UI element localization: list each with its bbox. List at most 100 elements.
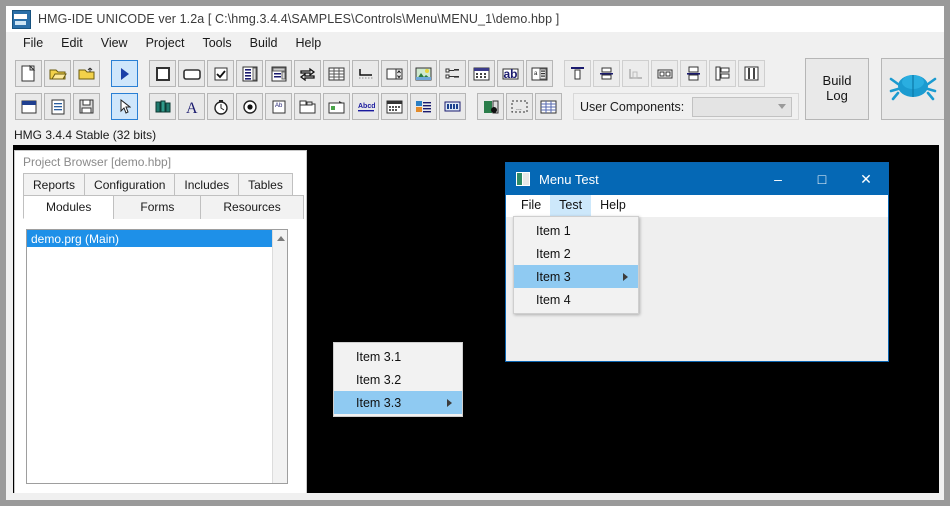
maximize-button[interactable]: □: [800, 163, 844, 195]
timer-icon[interactable]: [207, 93, 234, 120]
tab-control-icon[interactable]: [294, 93, 321, 120]
list-item[interactable]: demo.prg (Main): [27, 230, 273, 247]
tab-tables[interactable]: Tables: [238, 173, 293, 196]
align-right-icon[interactable]: [709, 60, 736, 87]
treeview-control-icon[interactable]: [439, 60, 466, 87]
tab-reports[interactable]: Reports: [23, 173, 86, 196]
table-icon[interactable]: [535, 93, 562, 120]
library-icon[interactable]: [149, 93, 176, 120]
close-button[interactable]: ✕: [844, 163, 888, 195]
align-bottom-icon[interactable]: [622, 60, 649, 87]
combobox-control-icon[interactable]: [265, 60, 292, 87]
grid-control-icon[interactable]: [323, 60, 350, 87]
modules-scrollbar[interactable]: [272, 230, 287, 483]
align-top-icon[interactable]: [564, 60, 591, 87]
project-browser-title: Project Browser [demo.hbp]: [15, 151, 306, 173]
tab-modules[interactable]: Modules: [23, 195, 115, 219]
user-components-group: User Components:: [573, 93, 800, 120]
textbox-control-icon[interactable]: ab: [497, 60, 524, 87]
align-middle-icon[interactable]: [593, 60, 620, 87]
abcd-link-icon[interactable]: Abcd: [352, 93, 379, 120]
svg-text:Ab: Ab: [275, 103, 283, 109]
slider-control-icon[interactable]: [352, 60, 379, 87]
monthcalendar-control-icon[interactable]: [468, 60, 495, 87]
menu-test-item-help[interactable]: Help: [591, 195, 635, 217]
version-status-text: HMG 3.4.4 Stable (32 bits): [14, 128, 157, 142]
menu-item-build[interactable]: Build: [241, 34, 287, 52]
window-title: HMG-IDE UNICODE ver 1.2a [ C:\hmg.3.4.4\…: [38, 12, 560, 26]
menu-test-title: Menu Test: [539, 171, 599, 187]
menu-item-project[interactable]: Project: [137, 34, 194, 52]
menu-option-label: Item 2: [536, 246, 571, 261]
toolbar-area: ab a A Ab Abcd ... User Components: Buil…: [6, 54, 944, 126]
font-icon[interactable]: A: [178, 93, 205, 120]
menu-test-item-test[interactable]: Test: [550, 195, 592, 217]
tab-resources[interactable]: Resources: [200, 195, 304, 219]
menu-item-view[interactable]: View: [92, 34, 137, 52]
mdi-client-area: Project Browser [demo.hbp] Reports Confi…: [13, 145, 939, 495]
listview-icon[interactable]: [410, 93, 437, 120]
toolbar-icon[interactable]: [439, 93, 466, 120]
chevron-down-icon: [778, 104, 787, 109]
hmg-logo-icon: [12, 9, 31, 29]
calendar-icon[interactable]: [381, 93, 408, 120]
title-bar: HMG-IDE UNICODE ver 1.2a [ C:\hmg.3.4.4\…: [6, 6, 944, 32]
menu-option-item-3-1[interactable]: Item 3.1: [334, 345, 462, 368]
browse-icon[interactable]: [323, 93, 350, 120]
build-log-button[interactable]: Build Log: [805, 58, 869, 120]
button-control-icon[interactable]: [149, 60, 176, 87]
main-menu-bar: File Edit View Project Tools Build Help: [6, 32, 944, 54]
pointer-icon[interactable]: [111, 93, 138, 120]
menu-option-item-4[interactable]: Item 4: [514, 288, 638, 311]
spinner-control-icon[interactable]: [381, 60, 408, 87]
align-horizontal-icon[interactable]: [651, 60, 678, 87]
image-control-icon[interactable]: [410, 60, 437, 87]
listbox-control-icon[interactable]: [236, 60, 263, 87]
menu-option-item-2[interactable]: Item 2: [514, 242, 638, 265]
checkbox-control-icon[interactable]: [207, 60, 234, 87]
menu-option-label: Item 3.1: [356, 349, 402, 364]
scroll-up-button[interactable]: [273, 230, 287, 246]
user-components-label: User Components:: [580, 99, 685, 114]
progressbar-control-icon[interactable]: [294, 60, 321, 87]
distribute-icon[interactable]: [738, 60, 765, 87]
menu-option-label: Item 3.3: [356, 395, 402, 410]
menu-option-item-3-3[interactable]: Item 3.3: [334, 391, 462, 414]
save-disk-icon[interactable]: [73, 93, 100, 120]
ab-label-icon[interactable]: Ab: [265, 93, 292, 120]
menu-item-tools[interactable]: Tools: [193, 34, 240, 52]
new-file-icon[interactable]: [15, 60, 42, 87]
align-left-icon[interactable]: [680, 60, 707, 87]
window-icon[interactable]: [15, 93, 42, 120]
open-folder-icon[interactable]: [44, 60, 71, 87]
menu-test-menu-bar: File Test Help: [506, 195, 888, 217]
project-browser-tabs-row-1: Reports Configuration Includes Tables: [15, 173, 306, 196]
menu-test-title-bar[interactable]: Menu Test ‒ □ ✕: [506, 163, 888, 195]
label-control-icon[interactable]: [178, 60, 205, 87]
menu-item-file[interactable]: File: [14, 34, 52, 52]
menu-option-item-1[interactable]: Item 1: [514, 219, 638, 242]
user-components-select[interactable]: [692, 96, 793, 117]
menu-option-item-3[interactable]: Item 3: [514, 265, 638, 288]
save-folder-icon[interactable]: [73, 60, 100, 87]
menu-option-item-3-2[interactable]: Item 3.2: [334, 368, 462, 391]
caret-up-icon: [276, 235, 285, 241]
menu-item-edit[interactable]: Edit: [52, 34, 92, 52]
menu-test-item-file[interactable]: File: [512, 195, 550, 217]
modules-listbox[interactable]: demo.prg (Main): [26, 229, 288, 484]
richtext-control-icon[interactable]: a: [526, 60, 553, 87]
frame-icon[interactable]: ...: [506, 93, 533, 120]
run-icon[interactable]: [111, 60, 138, 87]
menu-item-help[interactable]: Help: [286, 34, 330, 52]
tab-configuration[interactable]: Configuration: [84, 173, 176, 196]
tab-includes[interactable]: Includes: [174, 173, 240, 196]
menu-test-window: Menu Test ‒ □ ✕ File Test Help Item 1 It…: [333, 162, 889, 417]
debug-button[interactable]: [881, 58, 944, 120]
document-icon[interactable]: [44, 93, 71, 120]
player-icon[interactable]: [477, 93, 504, 120]
radio-control-icon[interactable]: [236, 93, 263, 120]
test-menu-popup: Item 1 Item 2 Item 3 Item 4 Item 3.1 Ite…: [333, 216, 639, 417]
minimize-button[interactable]: ‒: [756, 163, 800, 195]
tab-forms[interactable]: Forms: [113, 195, 202, 219]
version-status-strip: HMG 3.4.4 Stable (32 bits): [6, 125, 944, 145]
